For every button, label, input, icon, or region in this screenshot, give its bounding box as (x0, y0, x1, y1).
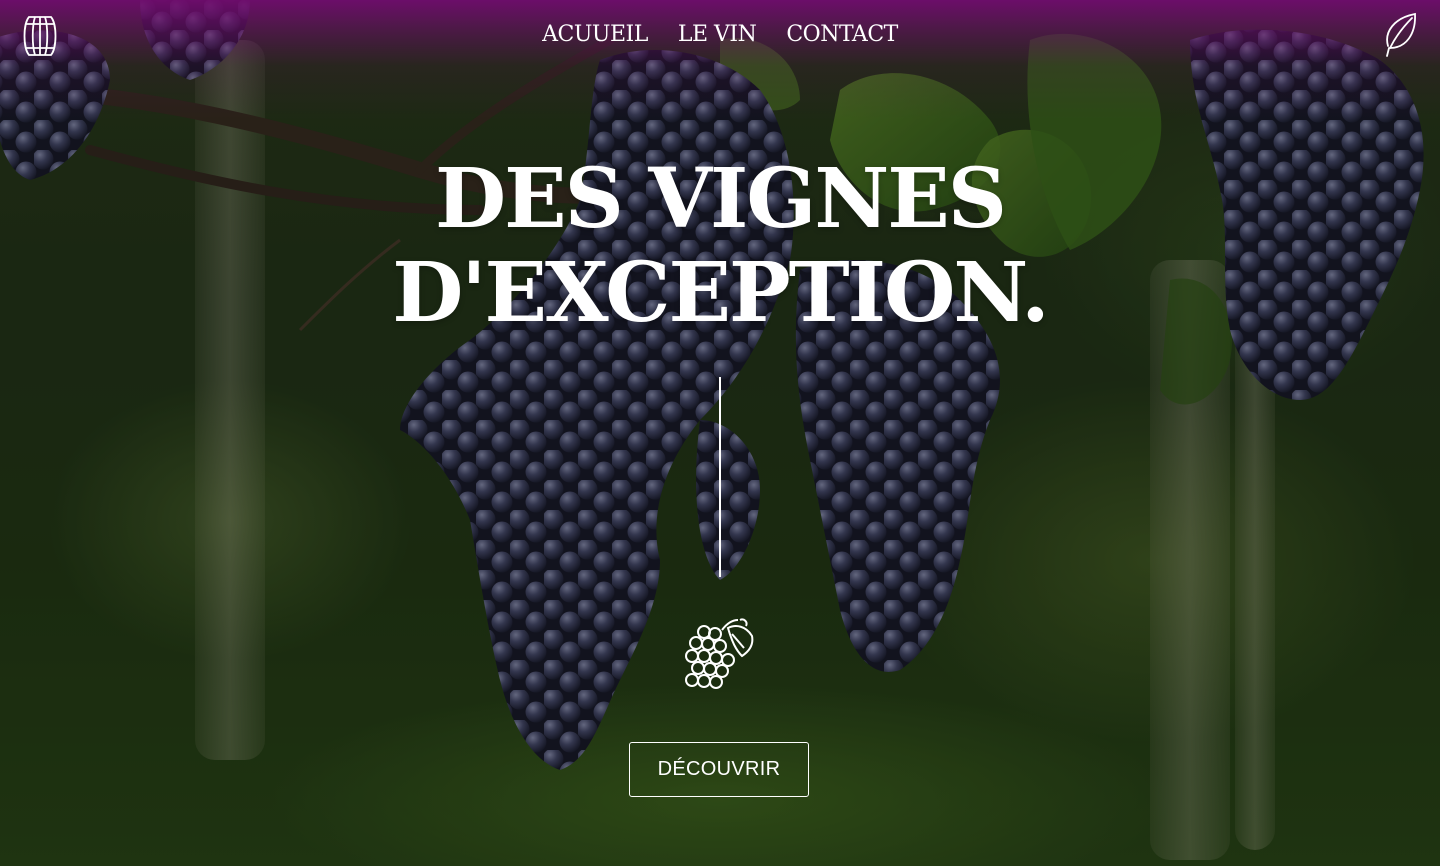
nav-link-accueil[interactable]: ACUUEIL (542, 18, 648, 52)
hero-title-line-1: DES VIGNES (434, 151, 1007, 247)
hero-section: ACUUEIL LE VIN CONTACT DES VIGNES D'EXCE… (0, 0, 1440, 866)
wine-barrel-icon[interactable] (21, 14, 59, 58)
vertical-divider (719, 377, 721, 577)
hero-title-line-2: D'EXCEPTION. (392, 245, 1049, 341)
nav-link-contact[interactable]: CONTACT (786, 18, 898, 52)
nav-links: ACUUEIL LE VIN CONTACT (542, 18, 898, 52)
leaf-icon[interactable] (1382, 12, 1418, 58)
grapes-icon (682, 616, 758, 692)
hero-title: DES VIGNES D'EXCEPTION. (0, 152, 1440, 340)
main-navigation: ACUUEIL LE VIN CONTACT (0, 12, 1440, 57)
nav-link-le-vin[interactable]: LE VIN (678, 18, 757, 52)
discover-button[interactable]: DÉCOUVRIR (629, 742, 809, 797)
